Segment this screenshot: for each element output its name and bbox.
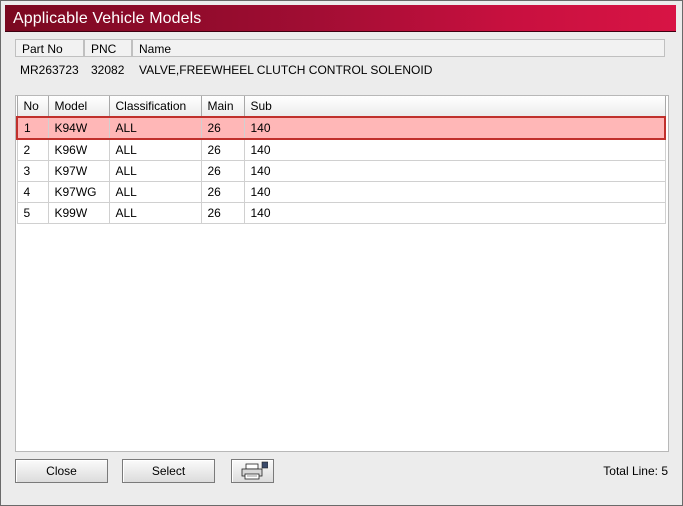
- printer-icon: [241, 461, 268, 480]
- cell-model: K96W: [47, 138, 110, 161]
- cell-no: 2: [16, 138, 49, 161]
- cell-main: 26: [200, 138, 245, 161]
- vehicle-models-table[interactable]: No Model Classification Main Sub 1 K94W …: [15, 95, 669, 452]
- name-header: Name: [132, 39, 665, 57]
- cell-no: 5: [16, 202, 49, 224]
- cell-no: 3: [16, 160, 49, 182]
- cell-model: K94W: [47, 116, 110, 140]
- pnc-header: PNC: [84, 39, 132, 57]
- title-bar[interactable]: Applicable Vehicle Models: [5, 5, 676, 32]
- cell-classification: ALL: [108, 116, 202, 140]
- cell-no: 1: [16, 116, 49, 140]
- column-header-no[interactable]: No: [16, 96, 49, 118]
- cell-classification: ALL: [108, 160, 202, 182]
- table-row[interactable]: 3 K97W ALL 26 140: [16, 160, 666, 182]
- cell-no: 4: [16, 181, 49, 203]
- cell-model: K99W: [47, 202, 110, 224]
- column-header-main[interactable]: Main: [200, 96, 245, 118]
- table-row[interactable]: 2 K96W ALL 26 140: [16, 138, 666, 161]
- table-header-row: No Model Classification Main Sub: [16, 96, 666, 118]
- cell-sub: 140: [243, 160, 666, 182]
- cell-model: K97WG: [47, 181, 110, 203]
- select-button[interactable]: Select: [122, 459, 215, 483]
- column-header-sub[interactable]: Sub: [243, 96, 666, 118]
- cell-classification: ALL: [108, 202, 202, 224]
- applicable-vehicle-models-window: Applicable Vehicle Models Part No PNC Na…: [0, 0, 683, 506]
- table-row[interactable]: 1 K94W ALL 26 140: [16, 116, 666, 140]
- table-row[interactable]: 4 K97WG ALL 26 140: [16, 181, 666, 203]
- window-title: Applicable Vehicle Models: [13, 10, 202, 27]
- cell-main: 26: [200, 202, 245, 224]
- cell-model: K97W: [47, 160, 110, 182]
- name-value: VALVE,FREEWHEEL CLUTCH CONTROL SOLENOID: [139, 63, 433, 77]
- cell-main: 26: [200, 116, 245, 140]
- total-line: Total Line: 5: [603, 464, 668, 478]
- cell-sub: 140: [243, 116, 666, 140]
- part-header: Part No PNC Name MR263723 32082 VALVE,FR…: [15, 39, 666, 91]
- part-no-header: Part No: [15, 39, 84, 57]
- cell-classification: ALL: [108, 181, 202, 203]
- cell-sub: 140: [243, 202, 666, 224]
- pnc-value: 32082: [91, 63, 125, 77]
- column-header-model[interactable]: Model: [47, 96, 110, 118]
- cell-classification: ALL: [108, 138, 202, 161]
- part-no-value: MR263723: [20, 63, 79, 77]
- table-row[interactable]: 5 K99W ALL 26 140: [16, 202, 666, 224]
- print-button[interactable]: [231, 459, 274, 483]
- cell-main: 26: [200, 160, 245, 182]
- cell-sub: 140: [243, 181, 666, 203]
- column-header-classification[interactable]: Classification: [108, 96, 202, 118]
- cell-main: 26: [200, 181, 245, 203]
- cell-sub: 140: [243, 138, 666, 161]
- close-button[interactable]: Close: [15, 459, 108, 483]
